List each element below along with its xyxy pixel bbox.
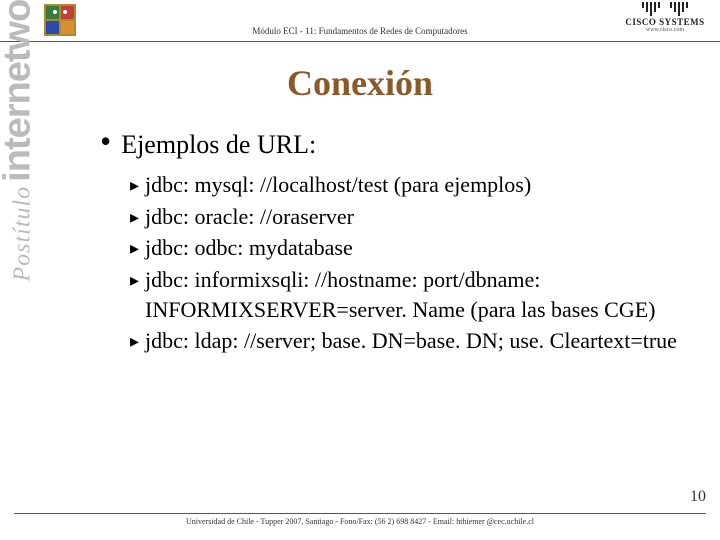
uchile-logo-icon xyxy=(44,4,76,36)
chevron-icon: ▸ xyxy=(130,329,139,353)
page-number: 10 xyxy=(690,488,706,506)
item-text: jdbc: odbc: mydatabase xyxy=(145,233,696,263)
item-text: jdbc: oracle: //oraserver xyxy=(145,202,696,232)
postitulo-text: Postítulo xyxy=(10,186,36,282)
item-text: jdbc: ldap: //server; base. DN=base. DN;… xyxy=(145,326,696,356)
slide-title: Conexión xyxy=(0,62,720,104)
chevron-icon: ▸ xyxy=(130,236,139,260)
item-text: jdbc: informixsqli: //hostname: port/dbn… xyxy=(145,265,696,324)
vertical-branding: Postítulo internetworking xyxy=(0,0,40,282)
bullet-dot-icon: • xyxy=(100,128,111,154)
main-bullet-text: Ejemplos de URL: xyxy=(121,130,316,160)
slide-content: • Ejemplos de URL: ▸ jdbc: mysql: //loca… xyxy=(100,130,696,358)
cisco-logo-icon: CISCO SYSTEMS www.cisco.com xyxy=(620,2,710,33)
module-text: Módulo ECI - 11: Fundamentos de Redes de… xyxy=(252,26,467,36)
chevron-icon: ▸ xyxy=(130,205,139,229)
list-item: ▸ jdbc: informixsqli: //hostname: port/d… xyxy=(130,265,696,324)
cisco-url: www.cisco.com xyxy=(620,27,710,33)
list-item: ▸ jdbc: ldap: //server; base. DN=base. D… xyxy=(130,326,696,356)
item-text: jdbc: mysql: //localhost/test (para ejem… xyxy=(145,170,696,200)
slide-footer: Universidad de Chile - Tupper 2007, Sant… xyxy=(14,513,706,526)
main-bullet: • Ejemplos de URL: xyxy=(100,130,696,160)
internetworking-text: internetworking xyxy=(0,0,39,182)
list-item: ▸ jdbc: odbc: mydatabase xyxy=(130,233,696,263)
chevron-icon: ▸ xyxy=(130,173,139,197)
list-item: ▸ jdbc: mysql: //localhost/test (para ej… xyxy=(130,170,696,200)
sub-list: ▸ jdbc: mysql: //localhost/test (para ej… xyxy=(130,170,696,356)
slide-header: Módulo ECI - 11: Fundamentos de Redes de… xyxy=(0,0,720,42)
chevron-icon: ▸ xyxy=(130,268,139,292)
cisco-name: CISCO SYSTEMS xyxy=(620,17,710,27)
list-item: ▸ jdbc: oracle: //oraserver xyxy=(130,202,696,232)
